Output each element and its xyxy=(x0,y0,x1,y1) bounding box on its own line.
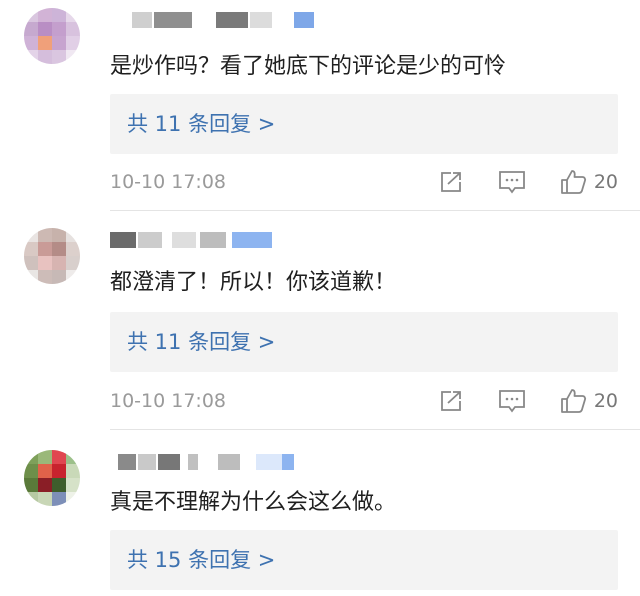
comment-icon xyxy=(498,390,525,413)
comment-text: 真是不理解为什么会这么做。 xyxy=(110,490,397,515)
divider xyxy=(110,429,640,430)
avatar[interactable] xyxy=(24,8,80,64)
comment-button[interactable] xyxy=(498,170,526,194)
comment-text: 是炒作吗？看了她底下的评论是少的可怜 xyxy=(110,54,507,79)
view-replies-button[interactable]: 共 11 条回复 > xyxy=(110,312,618,372)
comment-button[interactable] xyxy=(498,389,526,413)
avatar[interactable] xyxy=(24,450,80,506)
username-blurred[interactable] xyxy=(110,12,330,30)
like-count: 20 xyxy=(593,390,618,412)
like-button[interactable]: 20 xyxy=(560,388,618,414)
like-icon xyxy=(560,170,586,194)
share-button[interactable] xyxy=(438,389,464,413)
replies-label: 共 11 条回复 > xyxy=(127,330,276,354)
comment-time: 10-10 17:08 xyxy=(110,390,227,412)
comment-actions: 20 xyxy=(404,167,618,197)
comment-time: 10-10 17:08 xyxy=(110,171,227,193)
comment-actions: 20 xyxy=(404,386,618,416)
view-replies-button[interactable]: 共 11 条回复 > xyxy=(110,94,618,154)
comment-text: 都澄清了！所以！你该道歉！ xyxy=(110,270,397,295)
divider xyxy=(110,210,640,211)
replies-label: 共 11 条回复 > xyxy=(127,112,276,136)
like-icon xyxy=(560,389,586,413)
view-replies-button[interactable]: 共 15 条回复 > xyxy=(110,530,618,590)
avatar[interactable] xyxy=(24,228,80,284)
username-blurred[interactable] xyxy=(110,454,330,472)
replies-label: 共 15 条回复 > xyxy=(127,548,276,572)
share-button[interactable] xyxy=(438,170,464,194)
like-button[interactable]: 20 xyxy=(560,169,618,195)
comment-icon xyxy=(498,171,525,194)
share-icon xyxy=(440,391,461,411)
share-icon xyxy=(440,172,461,192)
username-blurred[interactable] xyxy=(110,232,330,250)
like-count: 20 xyxy=(593,171,618,193)
